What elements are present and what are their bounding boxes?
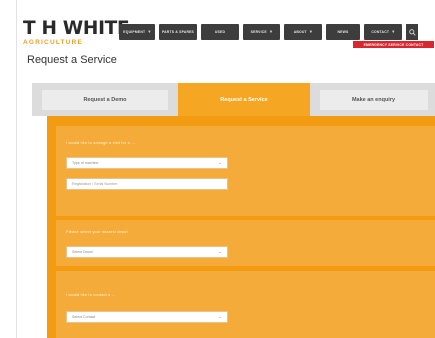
input-placeholder: Registration / Serial Number (72, 182, 118, 186)
nav-item-parts[interactable]: PARTS & SPARES (159, 24, 197, 40)
brand-name: T H WHITE (23, 18, 130, 39)
machine-label: I would like to arrange a visit for a ..… (66, 141, 135, 145)
brand-subtitle: AGRICULTURE (23, 39, 84, 46)
tab-request-demo[interactable]: Request a Demo (32, 83, 178, 116)
nav-label: NEWS (337, 30, 349, 34)
form-panel: I would like to arrange a visit for a ..… (47, 116, 435, 338)
page-title: Request a Service (27, 54, 117, 66)
chevron-down-icon: ▾ (392, 29, 395, 34)
select-value: Type of machine (72, 161, 99, 165)
nav-label: EQUIPMENT (123, 30, 146, 34)
chevron-down-icon: ⌄ (217, 160, 222, 166)
serial-number-input[interactable]: Registration / Serial Number (66, 178, 228, 190)
tab-request-service[interactable]: Request a Service (178, 83, 310, 116)
search-icon (408, 28, 416, 36)
chevron-down-icon: ⌄ (217, 314, 222, 320)
form-section-contact: I would like to contact a ... Select Con… (56, 271, 435, 338)
tab-label: Request a Demo (83, 96, 127, 103)
nav-label: PARTS & SPARES (161, 30, 195, 34)
nav-item-used[interactable]: USED (201, 24, 239, 40)
main-nav: EQUIPMENT ▾ PARTS & SPARES USED SERVICE … (119, 24, 418, 40)
nav-label: CONTACT (371, 30, 390, 34)
tab-bar: Request a Demo Request a Service Make an… (32, 83, 435, 116)
chevron-down-icon: ▾ (148, 29, 151, 34)
contact-select[interactable]: Select Contact ⌄ (66, 311, 228, 323)
depot-label: Please select your nearest depot (66, 230, 128, 234)
tab-label: Make an enquiry (351, 96, 396, 103)
nav-item-service[interactable]: SERVICE ▾ (243, 24, 280, 40)
chevron-down-icon: ▾ (309, 29, 313, 34)
nav-label: ABOUT (293, 30, 307, 34)
emergency-contact-button[interactable]: EMERGENCY SERVICE CONTACT (353, 41, 434, 48)
depot-select[interactable]: Select Depot ⌄ (66, 246, 228, 258)
nav-label: SERVICE (250, 30, 267, 34)
page: T H WHITE AGRICULTURE EQUIPMENT ▾ PARTS … (16, 0, 435, 338)
nav-item-about[interactable]: ABOUT ▾ (284, 24, 322, 40)
chevron-down-icon: ▾ (269, 29, 273, 34)
chevron-down-icon: ⌄ (217, 249, 222, 255)
form-section-machine: I would like to arrange a visit for a ..… (56, 126, 435, 216)
nav-item-equipment[interactable]: EQUIPMENT ▾ (119, 24, 155, 40)
select-value: Select Contact (72, 315, 96, 319)
machine-type-select[interactable]: Type of machine ⌄ (66, 157, 228, 169)
search-button[interactable] (406, 24, 418, 40)
select-value: Select Depot (72, 250, 93, 254)
nav-label: USED (214, 30, 226, 34)
tab-label: Request a Service (220, 96, 268, 103)
nav-item-contact[interactable]: CONTACT ▾ (364, 24, 402, 40)
nav-item-news[interactable]: NEWS (326, 24, 360, 40)
form-section-depot: Please select your nearest depot Select … (56, 220, 435, 266)
brand-logo[interactable]: T H WHITE AGRICULTURE (23, 18, 130, 46)
tab-make-enquiry[interactable]: Make an enquiry (310, 83, 435, 116)
contact-label: I would like to contact a ... (66, 293, 116, 297)
